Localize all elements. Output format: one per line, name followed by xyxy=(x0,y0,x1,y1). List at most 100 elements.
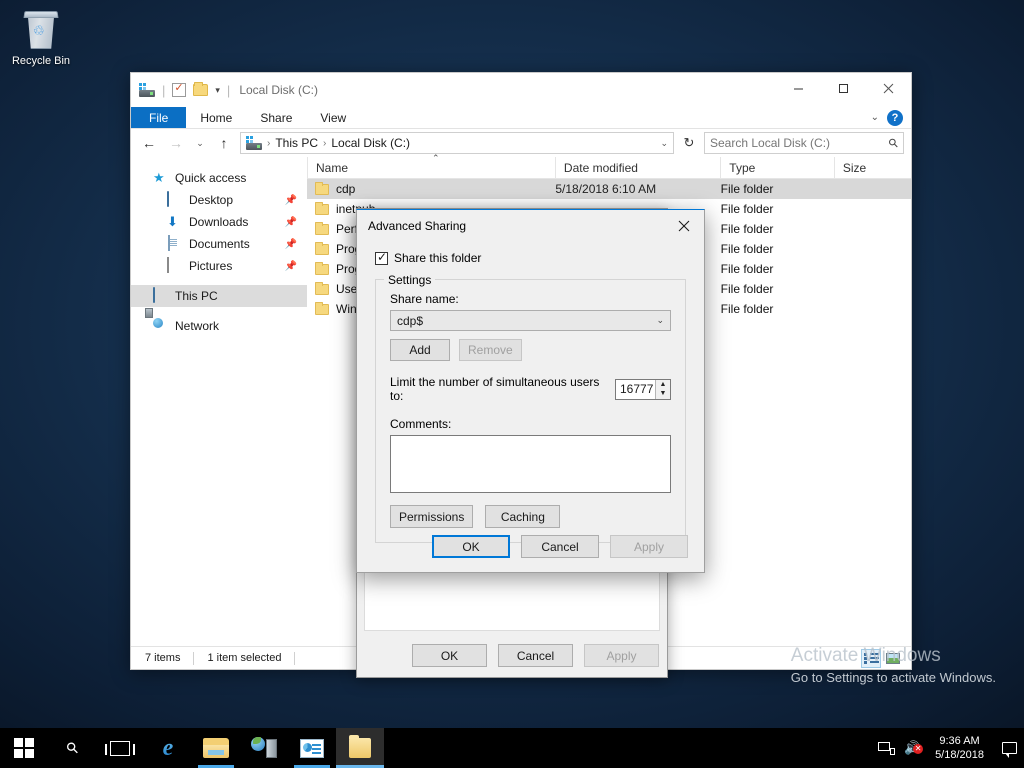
new-folder-icon[interactable] xyxy=(193,84,208,96)
column-header-date-modified[interactable]: Date modified xyxy=(555,157,720,179)
column-header-size[interactable]: Size xyxy=(834,157,911,179)
user-limit-value[interactable]: 16777 xyxy=(616,380,655,399)
sidebar-item-pictures[interactable]: Pictures 📌 xyxy=(131,255,307,277)
sidebar-item-network[interactable]: Network xyxy=(131,315,307,337)
start-button[interactable] xyxy=(0,728,48,768)
advanced-sharing-ok-button[interactable]: OK xyxy=(432,535,510,558)
view-mode-buttons xyxy=(861,649,911,668)
sidebar-item-downloads[interactable]: ⬇ Downloads 📌 xyxy=(131,211,307,233)
permissions-button[interactable]: Permissions xyxy=(390,505,473,528)
chevron-down-icon[interactable]: ⌄ xyxy=(871,112,879,123)
help-icon[interactable]: ? xyxy=(887,110,903,126)
properties-cancel-button[interactable]: Cancel xyxy=(498,644,573,667)
tab-share[interactable]: Share xyxy=(246,107,306,128)
minimize-button[interactable] xyxy=(776,73,821,103)
sidebar-label-pictures: Pictures xyxy=(189,259,232,273)
breadcrumb-item-local-disk[interactable]: Local Disk (C:) xyxy=(331,136,410,150)
drive-icon[interactable] xyxy=(139,83,155,97)
pin-icon[interactable]: 📌 xyxy=(285,217,297,228)
column-header-type[interactable]: Type xyxy=(720,157,834,179)
clock[interactable]: 9:36 AM 5/18/2018 xyxy=(925,734,994,762)
sidebar-item-desktop[interactable]: Desktop 📌 xyxy=(131,189,307,211)
caching-button[interactable]: Caching xyxy=(485,505,560,528)
taskbar-internet-explorer[interactable]: e xyxy=(144,728,192,768)
advanced-sharing-cancel-button[interactable]: Cancel xyxy=(521,535,599,558)
comments-input[interactable] xyxy=(390,435,671,493)
add-button[interactable]: Add xyxy=(390,339,450,361)
navigation-pane: ★ Quick access Desktop 📌 ⬇ Downloads 📌 D… xyxy=(131,157,307,646)
share-this-folder-checkbox[interactable] xyxy=(375,252,388,265)
breadcrumb[interactable]: › This PC › Local Disk (C:) ⌄ xyxy=(240,132,674,154)
customize-caret-icon[interactable]: ▾ xyxy=(215,85,220,96)
back-button[interactable]: ← xyxy=(138,132,160,154)
stepper-arrows: ▲ ▼ xyxy=(655,380,670,399)
status-divider xyxy=(193,652,194,665)
close-button[interactable] xyxy=(866,73,911,103)
taskbar-powerpoint[interactable] xyxy=(288,728,336,768)
toolbar-divider: | xyxy=(162,83,165,98)
pin-icon[interactable]: 📌 xyxy=(285,195,297,206)
window-title: Local Disk (C:) xyxy=(239,83,318,97)
address-dropdown-icon[interactable]: ⌄ xyxy=(660,138,668,149)
tab-view[interactable]: View xyxy=(306,107,360,128)
status-selection: 1 item selected xyxy=(207,652,281,664)
settings-group: Settings Share name: cdp$ ⌄ Add Remove L… xyxy=(375,279,686,543)
advanced-sharing-apply-button: Apply xyxy=(610,535,688,558)
details-view-icon[interactable] xyxy=(861,649,881,668)
pin-icon[interactable]: 📌 xyxy=(285,239,297,250)
properties-ok-button[interactable]: OK xyxy=(412,644,487,667)
share-name-label: Share name: xyxy=(390,292,671,306)
maximize-button[interactable] xyxy=(821,73,866,103)
sidebar-item-documents[interactable]: Documents 📌 xyxy=(131,233,307,255)
taskbar-server-manager[interactable] xyxy=(240,728,288,768)
stepper-up-icon[interactable]: ▲ xyxy=(656,380,670,390)
tab-home[interactable]: Home xyxy=(186,107,246,128)
forward-button[interactable]: → xyxy=(165,132,187,154)
folder-icon xyxy=(315,284,329,295)
taskbar-search-button[interactable]: ⚲ xyxy=(48,728,96,768)
chevron-down-icon: ⌄ xyxy=(656,315,664,326)
tab-file[interactable]: File xyxy=(131,107,186,128)
file-type-cell: File folder xyxy=(721,302,834,316)
sidebar-item-quick-access[interactable]: ★ Quick access xyxy=(131,167,307,189)
table-row[interactable]: cdp 5/18/2018 6:10 AM File folder xyxy=(307,179,911,199)
breadcrumb-separator-1: › xyxy=(267,138,270,149)
properties-icon[interactable] xyxy=(172,83,186,97)
system-tray: 🔊✕ 9:36 AM 5/18/2018 xyxy=(873,728,1024,768)
stepper-down-icon[interactable]: ▼ xyxy=(656,389,670,399)
action-center-button[interactable] xyxy=(994,742,1024,754)
column-header-name[interactable]: Name xyxy=(307,157,555,179)
close-icon[interactable] xyxy=(664,210,704,241)
sidebar-item-this-pc[interactable]: This PC xyxy=(131,285,307,307)
folder-icon xyxy=(315,304,329,315)
network-icon[interactable] xyxy=(873,742,899,755)
breadcrumb-item-this-pc[interactable]: This PC xyxy=(275,136,318,150)
taskbar-explorer-window[interactable] xyxy=(336,728,384,768)
user-limit-stepper[interactable]: 16777 ▲ ▼ xyxy=(615,379,671,400)
volume-muted-icon[interactable]: 🔊✕ xyxy=(899,740,925,756)
desktop-icon-recycle-bin[interactable]: ♲ Recycle Bin xyxy=(6,8,76,68)
pin-icon[interactable]: 📌 xyxy=(285,261,297,272)
share-name-buttons: Add Remove xyxy=(390,339,671,361)
share-name-combobox[interactable]: cdp$ ⌄ xyxy=(390,310,671,331)
search-placeholder: Search Local Disk (C:) xyxy=(710,136,830,150)
up-button[interactable]: ↑ xyxy=(213,132,235,154)
file-type-cell: File folder xyxy=(721,242,834,256)
task-view-button[interactable] xyxy=(96,728,144,768)
advanced-sharing-title: Advanced Sharing xyxy=(368,219,466,233)
share-this-folder-row[interactable]: Share this folder xyxy=(375,251,686,265)
sidebar-label-network: Network xyxy=(175,319,219,333)
refresh-button[interactable]: ↻ xyxy=(679,135,699,151)
task-view-icon xyxy=(110,741,130,756)
user-limit-row: Limit the number of simultaneous users t… xyxy=(390,375,671,403)
thumbnail-view-icon[interactable] xyxy=(883,649,903,668)
share-this-folder-label: Share this folder xyxy=(394,251,481,265)
file-explorer-icon xyxy=(203,738,229,758)
download-arrow-icon: ⬇ xyxy=(167,214,183,230)
taskbar-file-explorer[interactable] xyxy=(192,728,240,768)
column-headers: ⌃ Name Date modified Type Size xyxy=(307,157,911,179)
monitor-icon xyxy=(167,192,183,208)
sidebar-label-this-pc: This PC xyxy=(175,289,218,303)
recent-locations-button[interactable]: ⌄ xyxy=(192,132,208,154)
search-input[interactable]: Search Local Disk (C:) ⚲ xyxy=(704,132,904,154)
